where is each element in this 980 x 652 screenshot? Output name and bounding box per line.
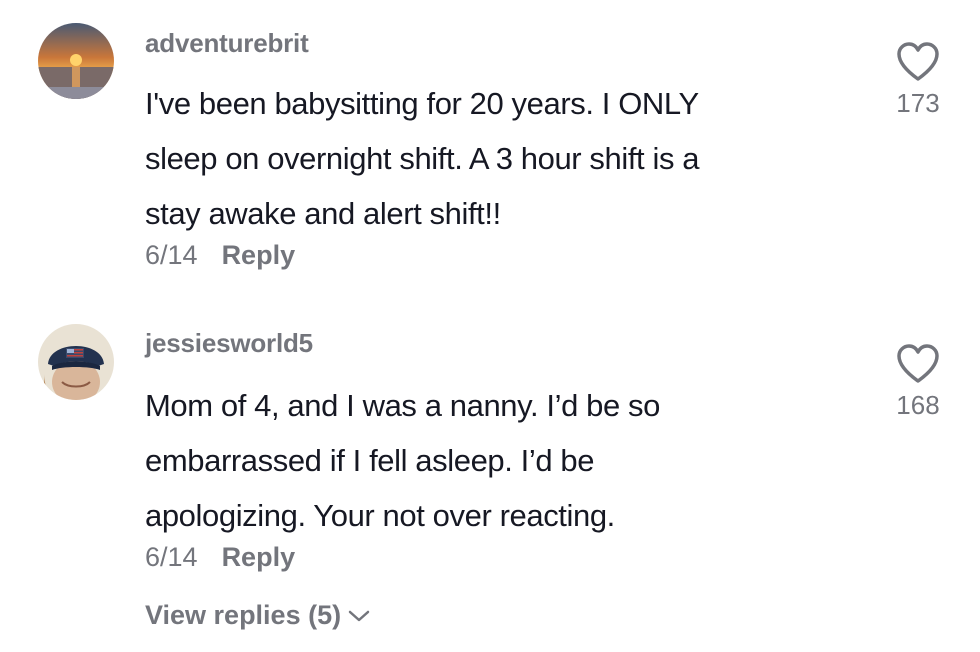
comment-meta: 6/14 Reply: [145, 542, 295, 573]
comment-text-line: sleep on overnight shift. A 3 hour shift…: [145, 141, 700, 176]
chevron-down-icon: [348, 610, 370, 621]
avatar[interactable]: [38, 324, 114, 400]
like-button[interactable]: 173: [890, 42, 946, 119]
heart-outline-icon: [897, 344, 939, 383]
heart-outline-icon: [897, 42, 939, 81]
comment-username[interactable]: adventurebrit: [145, 28, 309, 59]
comment-text: Mom of 4, and I was a nanny. I’d be so e…: [145, 378, 865, 543]
comment-date: 6/14: [145, 240, 198, 270]
comment-username[interactable]: jessiesworld5: [145, 328, 313, 359]
reply-button[interactable]: Reply: [222, 240, 296, 271]
comment-text: I've been babysitting for 20 years. I ON…: [145, 76, 865, 241]
comment-date: 6/14: [145, 542, 198, 572]
like-count: 173: [896, 88, 940, 118]
comment-text-line: apologizing. Your not over reacting.: [145, 498, 615, 533]
view-replies-button[interactable]: View replies (5): [145, 600, 371, 631]
comment-text-line: Mom of 4, and I was a nanny. I’d be so: [145, 388, 660, 423]
reply-button[interactable]: Reply: [222, 542, 296, 573]
avatar[interactable]: [38, 23, 114, 99]
comment-meta: 6/14 Reply: [145, 240, 295, 271]
person-in-cap-avatar-icon: [38, 324, 114, 400]
comment-text-line: I've been babysitting for 20 years. I ON…: [145, 86, 699, 121]
comment-text-line: stay awake and alert shift!!: [145, 196, 501, 231]
like-button[interactable]: 168: [890, 344, 946, 421]
like-count: 168: [896, 390, 940, 420]
sunset-beach-avatar-icon: [38, 23, 114, 99]
view-replies-label: View replies (5): [145, 600, 342, 630]
comment-text-line: embarrassed if I fell asleep. I’d be: [145, 443, 595, 478]
